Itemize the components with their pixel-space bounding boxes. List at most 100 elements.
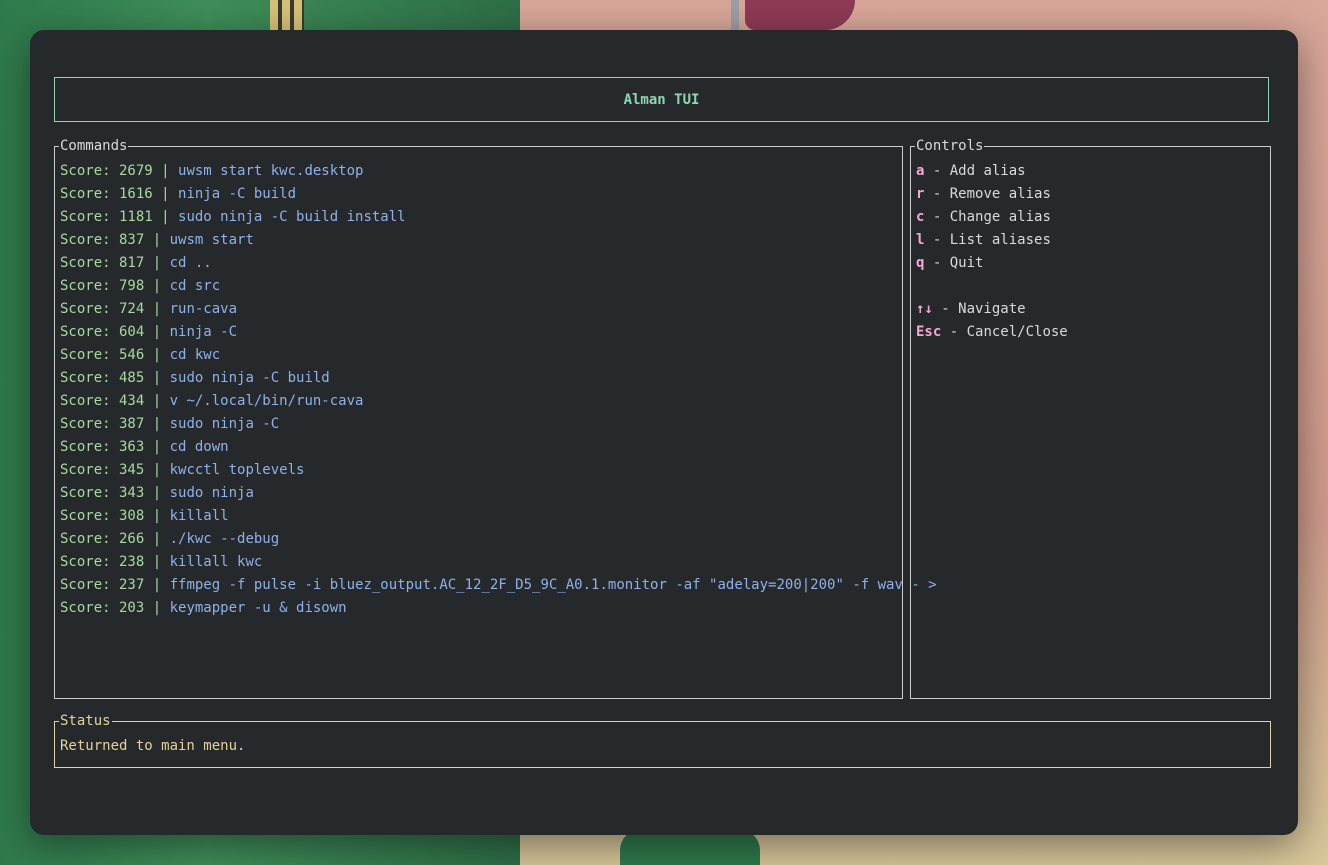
command-score: Score: 604 xyxy=(60,324,145,340)
command-score: Score: 546 xyxy=(60,347,145,363)
command-separator: | xyxy=(144,485,170,501)
command-separator: | xyxy=(144,462,170,478)
command-separator: | xyxy=(144,324,170,340)
command-separator: | xyxy=(144,232,170,248)
commands-list[interactable]: Score: 2679 | uwsm start kwc.desktop Scor… xyxy=(60,160,937,620)
command-text: killall xyxy=(169,508,229,524)
command-separator: | xyxy=(144,393,170,409)
command-row[interactable]: Score: 2679 | uwsm start kwc.desktop xyxy=(60,160,937,183)
command-text: killall kwc xyxy=(169,554,263,570)
command-score: Score: 343 xyxy=(60,485,145,501)
controls-legend: Controls xyxy=(915,138,985,154)
terminal-window: Alman TUI Commands Score: 2679 | uwsm st… xyxy=(30,30,1298,835)
command-score: Score: 345 xyxy=(60,462,145,478)
command-score: Score: 387 xyxy=(60,416,145,432)
control-remove-alias: r - Remove alias xyxy=(916,183,1068,206)
command-row[interactable]: Score: 546 | cd kwc xyxy=(60,344,937,367)
command-text: cd .. xyxy=(169,255,212,271)
command-row[interactable]: Score: 1616 | ninja -C build xyxy=(60,183,937,206)
command-row[interactable]: Score: 485 | sudo ninja -C build xyxy=(60,367,937,390)
control-key: Esc xyxy=(916,324,942,340)
command-text: cd down xyxy=(169,439,229,455)
command-score: Score: 363 xyxy=(60,439,145,455)
command-score: Score: 238 xyxy=(60,554,145,570)
controls-panel: Controls a - Add alias r - Remove alias … xyxy=(910,138,1271,699)
commands-legend: Commands xyxy=(59,138,129,154)
controls-list: a - Add alias r - Remove alias c - Chang… xyxy=(916,160,1068,344)
control-label: - Add alias xyxy=(924,163,1026,179)
command-row[interactable]: Score: 387 | sudo ninja -C xyxy=(60,413,937,436)
command-row[interactable]: Score: 1181 | sudo ninja -C build instal… xyxy=(60,206,937,229)
command-separator: | xyxy=(144,554,170,570)
command-separator: | xyxy=(152,209,179,225)
command-score: Score: 434 xyxy=(60,393,145,409)
command-score: Score: 308 xyxy=(60,508,145,524)
command-text: run-cava xyxy=(169,301,238,317)
command-score: Score: 485 xyxy=(60,370,145,386)
command-text: uwsm start xyxy=(169,232,254,248)
command-separator: | xyxy=(144,255,170,271)
command-separator: | xyxy=(144,600,170,616)
command-separator: | xyxy=(144,301,170,317)
control-label: - Quit xyxy=(924,255,984,271)
wallpaper-bottom-shape xyxy=(620,830,760,865)
wallpaper-flag xyxy=(745,0,855,30)
command-row[interactable]: Score: 308 | killall xyxy=(60,505,937,528)
control-add-alias: a - Add alias xyxy=(916,160,1068,183)
command-score: Score: 266 xyxy=(60,531,145,547)
command-row[interactable]: Score: 266 | ./kwc --debug xyxy=(60,528,937,551)
command-score: Score: 237 xyxy=(60,577,145,593)
app-title: Alman TUI xyxy=(623,91,700,108)
command-text: sudo ninja -C build install xyxy=(178,209,406,225)
control-label: - Change alias xyxy=(924,209,1051,225)
command-text: sudo ninja -C build xyxy=(169,370,330,386)
command-score: Score: 837 xyxy=(60,232,145,248)
command-score: Score: 798 xyxy=(60,278,145,294)
control-label: - Navigate xyxy=(932,301,1026,317)
control-navigate: ↑↓ - Navigate xyxy=(916,298,1068,321)
command-separator: | xyxy=(144,278,170,294)
control-label: - Cancel/Close xyxy=(941,324,1068,340)
command-row[interactable]: Score: 817 | cd .. xyxy=(60,252,937,275)
command-row[interactable]: Score: 434 | v ~/.local/bin/run-cava xyxy=(60,390,937,413)
command-score: Score: 1181 xyxy=(60,209,153,225)
status-panel: Status Returned to main menu. xyxy=(54,713,1271,768)
command-score: Score: 724 xyxy=(60,301,145,317)
command-row[interactable]: Score: 203 | keymapper -u & disown xyxy=(60,597,937,620)
command-row[interactable]: Score: 237 | ffmpeg -f pulse -i bluez_ou… xyxy=(60,574,937,597)
command-text: uwsm start kwc.desktop xyxy=(178,163,364,179)
control-label: - List aliases xyxy=(924,232,1051,248)
command-separator: | xyxy=(144,531,170,547)
command-row[interactable]: Score: 345 | kwcctl toplevels xyxy=(60,459,937,482)
command-row[interactable]: Score: 238 | killall kwc xyxy=(60,551,937,574)
command-row[interactable]: Score: 724 | run-cava xyxy=(60,298,937,321)
command-text: ninja -C xyxy=(169,324,238,340)
command-row[interactable]: Score: 363 | cd down xyxy=(60,436,937,459)
command-row[interactable]: Score: 343 | sudo ninja xyxy=(60,482,937,505)
control-change-alias: c - Change alias xyxy=(916,206,1068,229)
commands-panel[interactable]: Commands Score: 2679 | uwsm start kwc.de… xyxy=(54,138,937,699)
command-separator: | xyxy=(144,347,170,363)
command-row[interactable]: Score: 837 | uwsm start xyxy=(60,229,937,252)
command-separator: | xyxy=(144,508,170,524)
command-separator: | xyxy=(144,370,170,386)
control-list-aliases: l - List aliases xyxy=(916,229,1068,252)
command-score: Score: 817 xyxy=(60,255,145,271)
controls-spacer xyxy=(916,275,1068,298)
command-text: v ~/.local/bin/run-cava xyxy=(169,393,364,409)
command-text: sudo ninja -C xyxy=(169,416,280,432)
command-text: cd kwc xyxy=(169,347,221,363)
status-legend: Status xyxy=(59,713,112,729)
control-label: - Remove alias xyxy=(924,186,1051,202)
command-text: ./kwc --debug xyxy=(169,531,280,547)
command-row[interactable]: Score: 604 | ninja -C xyxy=(60,321,937,344)
command-separator: | xyxy=(152,186,179,202)
command-score: Score: 203 xyxy=(60,600,145,616)
command-separator: | xyxy=(144,577,170,593)
control-quit: q - Quit xyxy=(916,252,1068,275)
command-text: sudo ninja xyxy=(169,485,254,501)
command-row[interactable]: Score: 798 | cd src xyxy=(60,275,937,298)
command-separator: | xyxy=(152,163,179,179)
command-separator: | xyxy=(144,439,170,455)
arrow-keys-icon: ↑↓ xyxy=(916,301,933,317)
